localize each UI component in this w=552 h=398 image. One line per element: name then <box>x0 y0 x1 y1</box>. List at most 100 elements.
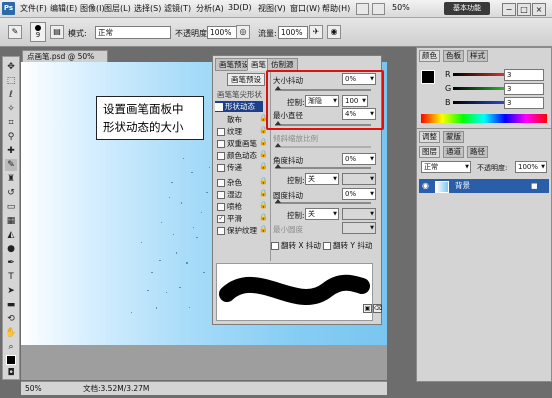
lock-icon[interactable]: 🔒 <box>259 189 268 197</box>
opacity-input[interactable]: 100% <box>207 26 237 39</box>
pressure-opacity-icon[interactable]: ◎ <box>236 25 250 39</box>
brush-item-wet-edges[interactable]: 湿边 <box>217 189 242 200</box>
workspace-button[interactable]: 基本功能 <box>444 2 490 15</box>
airbrush-icon[interactable]: ✈ <box>309 25 323 39</box>
maximize-button[interactable]: □ <box>517 3 531 16</box>
channel-b-input[interactable]: 3 <box>504 97 544 109</box>
menu-window[interactable]: 窗口(W) <box>290 3 320 14</box>
quick-select-tool-icon[interactable]: ✧ <box>5 103 17 115</box>
brush-item-transfer[interactable]: 传递 <box>217 162 242 173</box>
noise-checkbox[interactable] <box>217 179 225 187</box>
brush-item-noise[interactable]: 杂色 <box>217 177 242 188</box>
flow-input[interactable]: 100% <box>278 26 308 39</box>
launch-minibridge-icon[interactable] <box>372 3 385 15</box>
flip-x-jitter[interactable]: 翻转 X 抖动 <box>271 240 321 251</box>
brush-item-dual-brush[interactable]: 双重画笔 <box>217 138 257 149</box>
lasso-tool-icon[interactable]: ℓ <box>5 89 17 101</box>
pressure-size-icon[interactable]: ◉ <box>327 25 341 39</box>
channel-g-input[interactable]: 3 <box>504 83 544 95</box>
layer-row-background[interactable]: ◉ 背景 ■ <box>419 179 549 193</box>
eyedropper-tool-icon[interactable]: ⚲ <box>5 131 17 143</box>
smoothing-checkbox[interactable]: ✓ <box>217 215 225 223</box>
eraser-tool-icon[interactable]: ▭ <box>5 201 17 213</box>
tab-color[interactable]: 颜色 <box>419 50 440 62</box>
brush-item-shape-dynamics[interactable]: ✓ 形状动态 <box>215 101 263 112</box>
lock-icon[interactable]: 🔒 <box>259 225 268 233</box>
lock-icon[interactable]: 🔒 <box>259 213 268 221</box>
stamp-tool-icon[interactable]: ♜ <box>5 173 17 185</box>
channel-r-input[interactable]: 3 <box>504 69 544 81</box>
wet-edges-checkbox[interactable] <box>217 191 225 199</box>
brush-item-scatter[interactable]: 散布 <box>227 114 242 125</box>
dual-brush-checkbox[interactable] <box>217 140 225 148</box>
roundness-control-select[interactable]: 关 <box>305 208 339 220</box>
tab-swatches[interactable]: 色板 <box>443 50 464 62</box>
status-zoom[interactable]: 50% <box>25 382 42 395</box>
brush-item-smoothing[interactable]: ✓ 平滑 <box>217 213 242 224</box>
flip-y-jitter[interactable]: 翻转 Y 抖动 <box>323 240 372 251</box>
3d-rotate-tool-icon[interactable]: ⟲ <box>5 313 17 325</box>
brush-panel-toggle-icon[interactable]: ▤ <box>50 25 64 39</box>
close-button[interactable]: × <box>532 3 546 16</box>
texture-checkbox[interactable] <box>217 128 225 136</box>
tab-paths[interactable]: 路径 <box>467 146 488 158</box>
tab-adjustments[interactable]: 调整 <box>419 131 440 143</box>
tab-masks[interactable]: 蒙版 <box>443 131 464 143</box>
pen-tool-icon[interactable]: ✒ <box>5 257 17 269</box>
brush-item-protect-texture[interactable]: 保护纹理 <box>217 225 257 236</box>
marquee-tool-icon[interactable]: ⬚ <box>5 75 17 87</box>
brush-item-texture[interactable]: 纹理 <box>217 126 242 137</box>
menu-edit[interactable]: 编辑(E) <box>50 3 77 14</box>
airbrush-checkbox[interactable] <box>217 203 225 211</box>
mode-select[interactable]: 正常 <box>95 26 171 39</box>
launch-bridge-icon[interactable] <box>356 3 369 15</box>
new-brush-icon[interactable]: ▣ <box>363 304 372 313</box>
menu-analysis[interactable]: 分析(A) <box>196 3 224 14</box>
eye-icon[interactable]: ◉ <box>422 179 429 193</box>
lock-icon[interactable]: 🔒 <box>259 177 268 185</box>
channel-r-slider[interactable] <box>453 73 509 76</box>
protect-texture-checkbox[interactable] <box>217 227 225 235</box>
flip-x-checkbox[interactable] <box>271 242 279 250</box>
angle-jitter-input[interactable]: 0% <box>342 153 376 165</box>
angle-control-select[interactable]: 关 <box>305 173 339 185</box>
delete-brush-icon[interactable]: ⌫ <box>373 304 382 313</box>
type-tool-icon[interactable]: T <box>5 271 17 283</box>
menu-file[interactable]: 文件(F) <box>20 3 47 14</box>
menu-layer[interactable]: 图层(L) <box>104 3 131 14</box>
tab-layers[interactable]: 图层 <box>419 146 440 158</box>
flip-y-checkbox[interactable] <box>323 242 331 250</box>
minimize-button[interactable]: − <box>502 3 516 16</box>
foreground-color-swatch[interactable] <box>6 355 16 365</box>
brush-tool-icon[interactable]: ✎ <box>8 25 22 39</box>
foreground-color-swatch[interactable] <box>421 70 435 84</box>
brush-presets-button[interactable]: 画笔预设 <box>227 73 265 86</box>
zoom-level-menu[interactable]: 50% <box>392 3 410 12</box>
menu-view[interactable]: 视图(V) <box>258 3 286 14</box>
healing-tool-icon[interactable]: ✚ <box>5 145 17 157</box>
crop-tool-icon[interactable]: ⌗ <box>5 117 17 129</box>
brush-item-color-dynamics[interactable]: 颜色动态 <box>217 150 257 161</box>
blend-mode-select[interactable]: 正常 <box>421 161 471 173</box>
history-brush-icon[interactable]: ↺ <box>5 187 17 199</box>
lock-icon[interactable]: 🔒 <box>259 150 268 158</box>
menu-filter[interactable]: 滤镜(T) <box>164 3 191 14</box>
angle-jitter-slider[interactable] <box>275 164 371 169</box>
dodge-tool-icon[interactable]: ● <box>5 243 17 255</box>
menu-3d[interactable]: 3D(D) <box>228 3 252 12</box>
channel-b-slider[interactable] <box>453 101 509 104</box>
color-spectrum-bar[interactable] <box>421 114 547 123</box>
brush-picker[interactable]: 9 <box>30 22 46 42</box>
color-dynamics-checkbox[interactable] <box>217 152 225 160</box>
shape-tool-icon[interactable]: ▬ <box>5 299 17 311</box>
lock-icon[interactable]: 🔒 <box>259 138 268 146</box>
brush-tip-shape-item[interactable]: 画笔笔尖形状 <box>217 89 262 100</box>
move-tool-icon[interactable]: ✥ <box>5 61 17 73</box>
roundness-jitter-slider[interactable] <box>275 199 371 204</box>
gradient-tool-icon[interactable]: ▦ <box>5 215 17 227</box>
lock-icon[interactable]: 🔒 <box>259 162 268 170</box>
shape-dynamics-checkbox[interactable]: ✓ <box>215 103 223 111</box>
menu-select[interactable]: 选择(S) <box>134 3 161 14</box>
transfer-checkbox[interactable] <box>217 164 225 172</box>
tab-styles[interactable]: 样式 <box>467 50 488 62</box>
